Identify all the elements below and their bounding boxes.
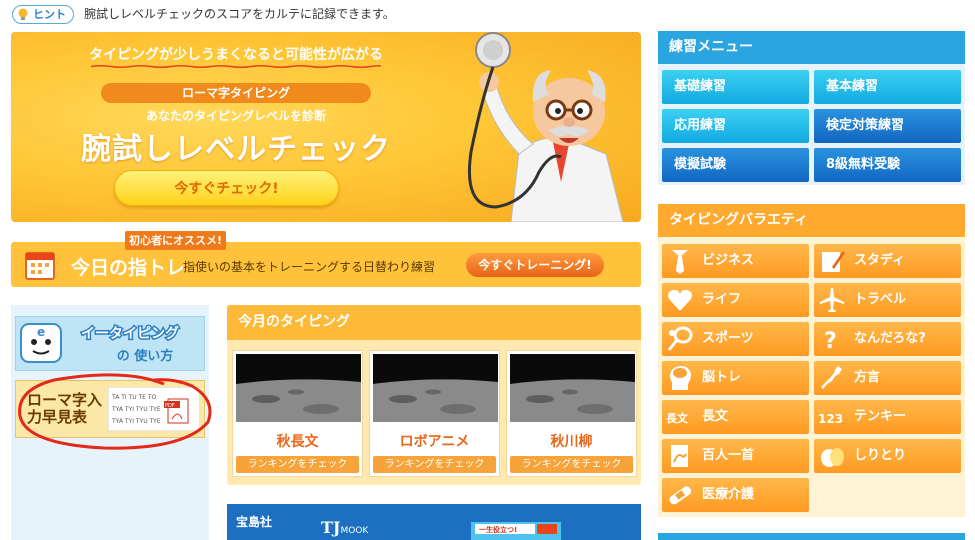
svg-text:長文: 長文 [666,411,689,425]
variety-dialect[interactable]: 方言 [814,361,961,395]
typing-variety-header: タイピングバラエティ [658,204,965,237]
variety-life[interactable]: ライフ [662,283,809,317]
etyping-mascot-icon: e [20,323,62,363]
svg-text:イータイピング: イータイピング [81,325,179,342]
variety-study[interactable]: スタディ [814,244,961,278]
card-title: 秋長文 [276,434,319,450]
calendar-icon [25,252,55,280]
ranking-check-button[interactable]: ランキングをチェック [510,456,633,473]
variety-brain-training[interactable]: 脳トレ [662,361,809,395]
monthly-header: 今月のタイピング [227,305,641,340]
bandage-icon [669,486,692,505]
pencil-notebook-icon [822,251,845,272]
menu-mock-exam[interactable]: 模擬試験 [662,148,809,182]
variety-tenkey[interactable]: 123 テンキー [814,400,961,434]
hero-subtitle: あなたのタイピングレベルを診断 [145,109,326,123]
monthly-card-1[interactable]: 秋長文 ランキングをチェック [232,350,363,477]
variety-hyakunin-isshu[interactable]: 百人一首 [662,439,809,473]
monthly-card-3[interactable]: 秋川柳 ランキングをチェック [506,350,637,477]
menu-grade8-free-exam[interactable]: 8級無料受験 [814,148,961,182]
svg-text:e: e [37,325,45,339]
monthly-typing-panel: 今月のタイピング 秋長文 ランキングをチェック ロボアニメ ランキングをチェック [227,305,641,485]
variety-shiritori[interactable]: しりとり [814,439,961,473]
variety-label: 長文 [702,409,729,424]
beginner-recommended-tag: 初心者にオススメ! [125,231,226,250]
poem-card-icon [671,445,688,467]
menu-basics-practice[interactable]: 基礎練習 [662,70,809,104]
variety-label: 医療介護 [702,487,755,502]
check-now-button[interactable]: 今すぐチェック! [114,170,339,206]
head-icon [670,366,691,390]
variety-label: 方言 [854,370,881,385]
variety-label: テンキー [854,409,907,424]
ranking-check-button[interactable]: ランキングをチェック [236,456,359,473]
heart-icon [668,289,692,311]
variety-sports[interactable]: スポーツ [662,322,809,356]
variety-label: スポーツ [702,331,754,346]
next-section-header [658,533,965,540]
daily-title: 今日の指トレ [71,257,186,279]
doctor-illustration [467,32,624,222]
variety-business[interactable]: ビジネス [662,244,809,278]
racket-icon [667,326,693,351]
practice-menu-header: 練習メニュー [658,31,965,64]
tagline-underline [91,65,381,68]
practice-menu: 練習メニュー 基礎練習 基本練習 応用練習 検定対策練習 模擬試験 8級無料受験 [658,31,965,185]
variety-travel[interactable]: トラベル [814,283,961,317]
variety-label: スタディ [854,253,906,268]
variety-label: なんだろな? [854,331,926,346]
moon-surface-image [510,354,635,422]
hint-text: 腕試しレベルチェックのスコアをカルテに記録できます。 [84,7,395,21]
japan-map-icon [821,366,842,389]
hero-title: 腕試しレベルチェック [81,132,391,167]
daily-finger-training-banner[interactable]: 今日の指トレ 指使いの基本をトレーニングする日替わり練習 今すぐトレーニング! [11,242,641,287]
monthly-card-2[interactable]: ロボアニメ ランキングをチェック [369,350,500,477]
hero-tagline: タイピングが少しうまくなると可能性が広がる [89,47,383,63]
menu-fundamental-practice[interactable]: 基本練習 [814,70,961,104]
variety-label: しりとり [854,448,907,463]
book-cover-image: 一生役立つ! [471,522,561,540]
romaji-typing-pill: ローマ字タイピング [101,83,371,103]
menu-applied-practice[interactable]: 応用練習 [662,109,809,143]
tjmook-banner[interactable]: 宝島社 TJMOOK 一生役立つ! [227,504,641,540]
train-now-button[interactable]: 今すぐトレーニング! [466,253,604,277]
card-title: ロボアニメ [399,434,470,450]
moon-surface-image [373,354,498,422]
question-icon: ? [824,329,837,353]
variety-label: 百人一首 [702,448,755,463]
numbers-icon: 123 [818,412,843,426]
variety-medical-care[interactable]: 医療介護 [662,478,809,512]
ranking-check-button[interactable]: ランキングをチェック [373,456,496,473]
variety-label: ライフ [702,292,742,307]
svg-text:?: ? [824,329,837,353]
svg-text:123: 123 [818,412,843,426]
level-check-banner[interactable]: タイピングが少しうまくなると可能性が広がる ローマ字タイピング あなたのタイピン… [11,32,641,222]
variety-what-is-it[interactable]: ? なんだろな? [814,322,961,356]
variety-long-text[interactable]: 長文 長文 [662,400,809,434]
publisher-name: 宝島社 [236,515,273,529]
tjmook-logo: TJMOOK [321,518,369,537]
red-circle-annotation [18,373,212,450]
variety-label: ビジネス [702,253,755,268]
card-title: 秋川柳 [550,434,593,450]
hint-badge: ヒント [12,5,74,24]
hint-label: ヒント [33,8,66,21]
typing-variety-menu: タイピングバラエティ ビジネス スタディ ライフ トラベル スポーツ ? なんだ… [658,204,965,517]
moon-surface-image [236,354,361,422]
lightbulb-icon [18,8,28,20]
daily-description: 指使いの基本をトレーニングする日替わり練習 [183,260,436,274]
variety-label: トラベル [854,292,907,307]
etyping-howto-banner[interactable]: e イータイピング の 使い方 [15,316,205,371]
variety-label: 脳トレ [702,370,742,385]
necktie-icon [672,250,688,274]
svg-text:の 使い方: の 使い方 [117,348,174,364]
fruit-icon [821,448,844,467]
svg-text:一生役立つ!: 一生役立つ! [479,525,517,534]
menu-exam-prep-practice[interactable]: 検定対策練習 [814,109,961,143]
airplane-icon [820,288,844,312]
page: ヒント 腕試しレベルチェックのスコアをカルテに記録できます。 タイピングが少しう… [0,0,975,540]
long-text-icon: 長文 [666,411,689,425]
